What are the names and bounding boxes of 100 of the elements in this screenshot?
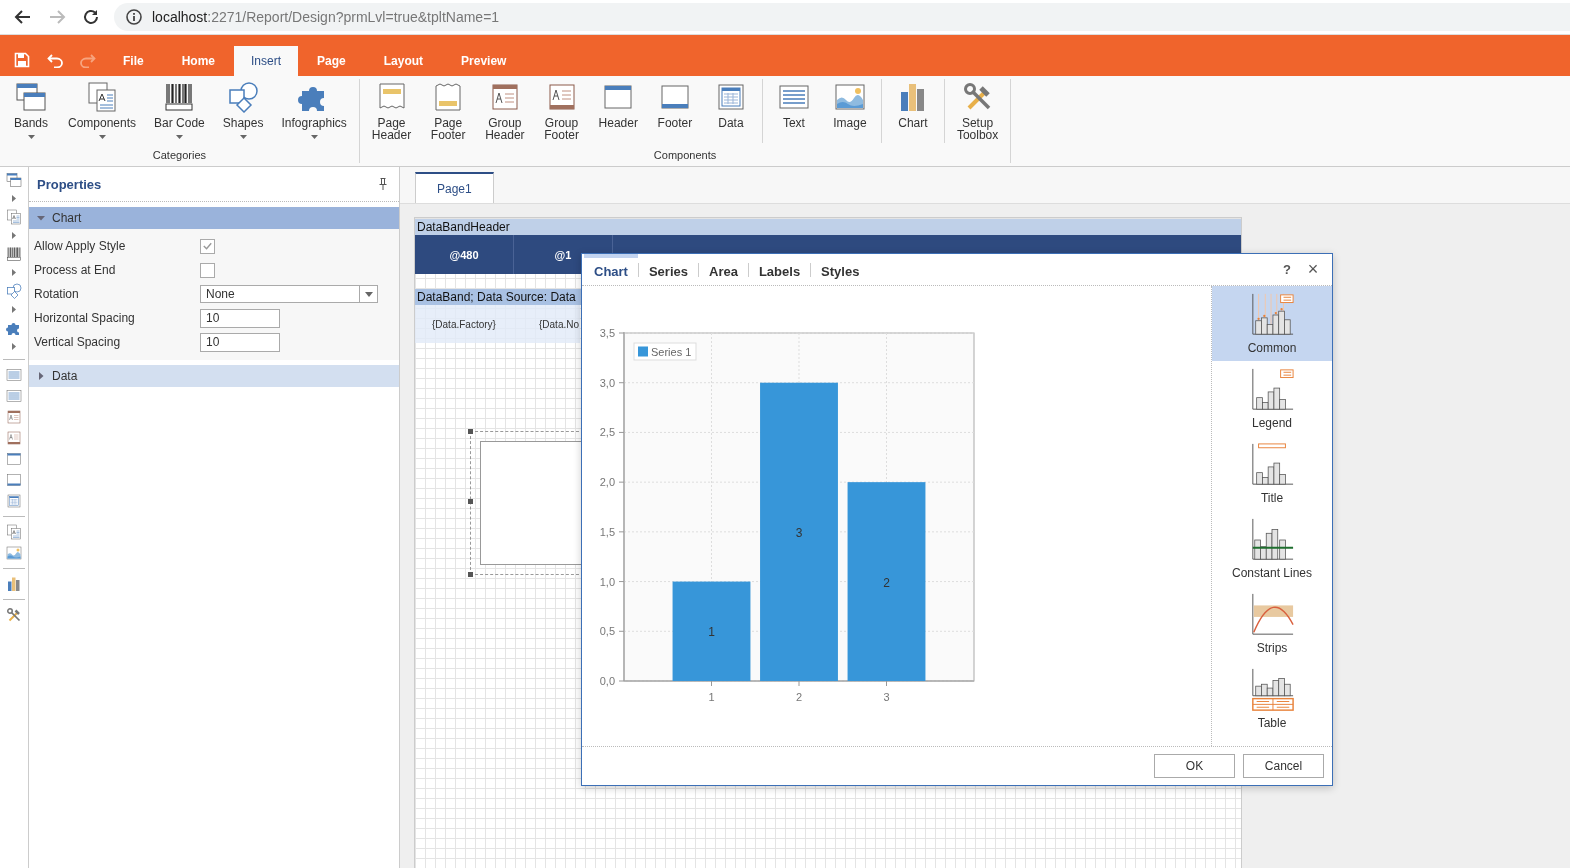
ribbon-button[interactable]: Page Footer <box>423 79 474 143</box>
expand-arrow-icon[interactable] <box>12 306 16 313</box>
section-title: Chart <box>52 211 82 225</box>
category-item[interactable]: Strips <box>1212 586 1332 661</box>
documents-icon[interactable] <box>6 209 22 225</box>
bar-chart-icon <box>1249 292 1295 338</box>
resize-handle[interactable] <box>468 572 473 577</box>
legend-label: Series 1 <box>651 346 692 358</box>
image-icon[interactable] <box>6 545 22 561</box>
ribbon-button[interactable]: Image <box>824 79 875 143</box>
help-button[interactable]: ? <box>1276 262 1298 277</box>
group-label: Categories <box>151 149 207 163</box>
expand-arrow-icon <box>37 372 45 380</box>
bar-chart-icon[interactable] <box>6 576 22 592</box>
property-label: Rotation <box>34 287 80 301</box>
axis-label: 3,0 <box>599 376 615 389</box>
tools-icon[interactable] <box>6 607 22 623</box>
group-label: Components <box>652 149 718 163</box>
axis-label: 2,0 <box>599 476 615 489</box>
ribbon-button[interactable]: Group Header <box>479 79 531 143</box>
dialog-tab[interactable]: Chart <box>584 254 638 285</box>
close-button[interactable]: × <box>1302 259 1324 280</box>
barcode-icon <box>163 81 196 113</box>
documents-icon[interactable] <box>6 524 22 540</box>
property-label: Horizontal Spacing <box>34 311 136 325</box>
axis-label: 1 <box>708 691 715 703</box>
resize-handle[interactable] <box>468 499 473 504</box>
puzzle-icon[interactable] <box>6 320 22 336</box>
property-label: Process at End <box>34 263 117 277</box>
windows-icon[interactable] <box>6 172 22 188</box>
dialog-tab[interactable]: Series <box>638 254 698 285</box>
page-tab[interactable]: Page1 <box>415 172 494 203</box>
text-lines-icon[interactable] <box>6 388 22 404</box>
shapes-icon[interactable] <box>6 283 22 299</box>
dropdown-field[interactable]: None <box>200 285 378 303</box>
ribbon-button[interactable]: Bar Code <box>148 79 211 143</box>
category-item[interactable]: Common <box>1212 286 1332 361</box>
category-item[interactable]: Legend <box>1212 361 1332 436</box>
table-icon[interactable] <box>6 493 22 509</box>
ribbon-button[interactable]: Setup Toolbox <box>950 79 1005 143</box>
category-item[interactable]: Title <box>1212 436 1332 511</box>
cancel-button[interactable]: Cancel <box>1243 754 1324 778</box>
input-field[interactable]: 10 <box>200 308 280 328</box>
ribbon-button[interactable]: Shapes <box>216 79 270 143</box>
pin-icon[interactable] <box>379 178 387 190</box>
dialog-tab[interactable]: Area <box>699 254 748 285</box>
header-icon[interactable] <box>6 451 22 467</box>
menu-tab[interactable]: Insert <box>234 46 299 76</box>
ribbon-button[interactable]: Footer <box>649 79 700 143</box>
chart-table-icon <box>1249 667 1295 713</box>
input-field[interactable]: 10 <box>200 332 280 352</box>
property-label: Vertical Spacing <box>34 335 122 349</box>
expand-arrow-icon[interactable] <box>12 195 16 202</box>
expand-arrow-icon[interactable] <box>12 343 16 350</box>
section-header[interactable]: Chart <box>29 207 399 229</box>
documents-icon <box>86 81 118 113</box>
barcode-icon[interactable] <box>6 246 22 262</box>
caret-icon <box>364 291 373 297</box>
constant-line-chart-icon <box>1249 517 1295 563</box>
curve-strip-icon <box>1249 592 1295 638</box>
checkbox[interactable] <box>200 262 215 278</box>
url-text: localhost:2271/Report/Design?prmLvl=true&tpltName=1 <box>152 9 500 25</box>
axis-label: 1,5 <box>599 525 615 538</box>
resize-handle[interactable] <box>468 429 473 434</box>
section-header[interactable]: Data <box>29 365 399 387</box>
redo-icon <box>79 51 97 68</box>
footer-icon[interactable] <box>6 472 22 488</box>
dialog-tab[interactable]: Labels <box>748 254 811 285</box>
group-header-icon[interactable] <box>6 409 22 425</box>
axis-label: 3,5 <box>599 327 615 339</box>
ribbon-button[interactable]: Chart <box>887 79 938 143</box>
ribbon-button[interactable]: Header <box>592 79 644 143</box>
data-label: 2 <box>883 575 890 590</box>
axis-label: 2,5 <box>599 426 615 439</box>
checkbox[interactable] <box>200 238 215 254</box>
category-item[interactable]: Constant Lines <box>1212 511 1332 586</box>
dialog-tab[interactable]: Styles <box>811 254 870 285</box>
data-label: 1 <box>708 625 715 640</box>
header-cell: @480 <box>415 235 514 274</box>
data-cell-text: {Data.No <box>538 317 580 332</box>
section-title: Data <box>52 369 78 383</box>
panel-title: Properties <box>37 176 102 192</box>
ribbon-button[interactable]: Data <box>705 79 756 143</box>
ribbon-button[interactable]: Infographics <box>275 79 353 143</box>
ribbon-button[interactable]: Page Header <box>365 79 418 143</box>
image-icon <box>833 81 866 113</box>
reload-icon <box>82 8 100 26</box>
ribbon-button[interactable]: Group Footer <box>536 79 587 143</box>
ok-button[interactable]: OK <box>1154 754 1235 778</box>
text-lines-icon[interactable] <box>6 367 22 383</box>
ribbon-button[interactable]: Text <box>768 79 819 143</box>
address-bar[interactable]: localhost:2271/Report/Design?prmLvl=true&tpltName=1 <box>114 3 1570 31</box>
info-icon[interactable] <box>126 9 142 25</box>
expand-arrow-icon[interactable] <box>12 232 16 239</box>
category-item[interactable]: Table <box>1212 661 1332 736</box>
ribbon-button[interactable]: Bands <box>6 79 56 143</box>
ribbon-button[interactable]: Components <box>62 79 143 143</box>
shapes-icon <box>227 81 260 113</box>
group-footer-icon[interactable] <box>6 430 22 446</box>
expand-arrow-icon[interactable] <box>12 269 16 276</box>
